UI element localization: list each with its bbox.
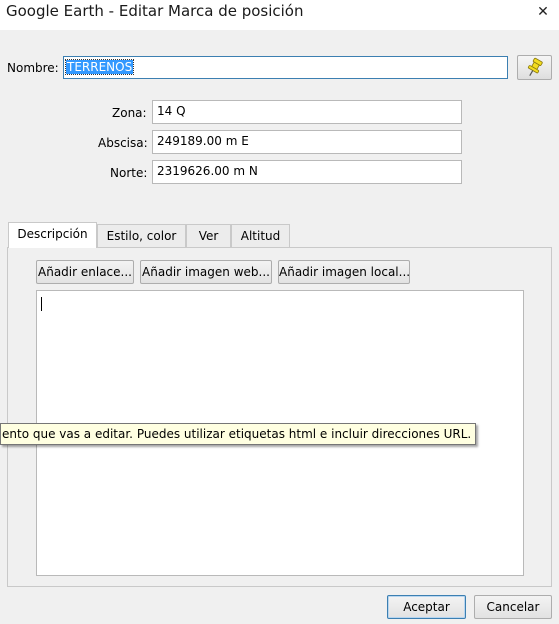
cancel-button[interactable]: Cancelar	[474, 595, 552, 619]
add-local-image-button[interactable]: Añadir imagen local...	[278, 260, 410, 284]
accept-button[interactable]: Aceptar	[387, 595, 466, 619]
close-icon[interactable]: ✕	[527, 0, 559, 24]
description-tooltip: ento que vas a editar. Puedes utilizar e…	[0, 423, 477, 445]
zone-input[interactable]: 14 Q	[152, 100, 462, 124]
tab-description[interactable]: Descripción	[8, 222, 97, 248]
name-label: Nombre:	[7, 61, 59, 75]
name-input[interactable]: TERRENOS	[63, 56, 508, 79]
title-bar[interactable]: Google Earth - Editar Marca de posición …	[0, 0, 559, 30]
north-input[interactable]: 2319626.00 m N	[152, 160, 462, 184]
window-title: Google Earth - Editar Marca de posición	[6, 2, 304, 20]
tab-style-color[interactable]: Estilo, color	[97, 224, 186, 247]
abscissa-input[interactable]: 249189.00 m E	[152, 130, 462, 154]
edit-placemark-dialog: Google Earth - Editar Marca de posición …	[0, 0, 559, 624]
tab-altitude[interactable]: Altitud	[231, 224, 290, 247]
pin-style-button[interactable]	[517, 55, 552, 80]
abscissa-label: Abscisa:	[98, 136, 148, 150]
zone-label: Zona:	[112, 106, 147, 120]
tab-view[interactable]: Ver	[186, 224, 231, 247]
text-caret	[41, 297, 42, 311]
north-label: Norte:	[110, 166, 148, 180]
add-web-image-button[interactable]: Añadir imagen web...	[140, 260, 272, 284]
add-link-button[interactable]: Añadir enlace...	[36, 260, 134, 284]
pushpin-icon	[527, 57, 543, 77]
name-input-value: TERRENOS	[64, 59, 135, 75]
